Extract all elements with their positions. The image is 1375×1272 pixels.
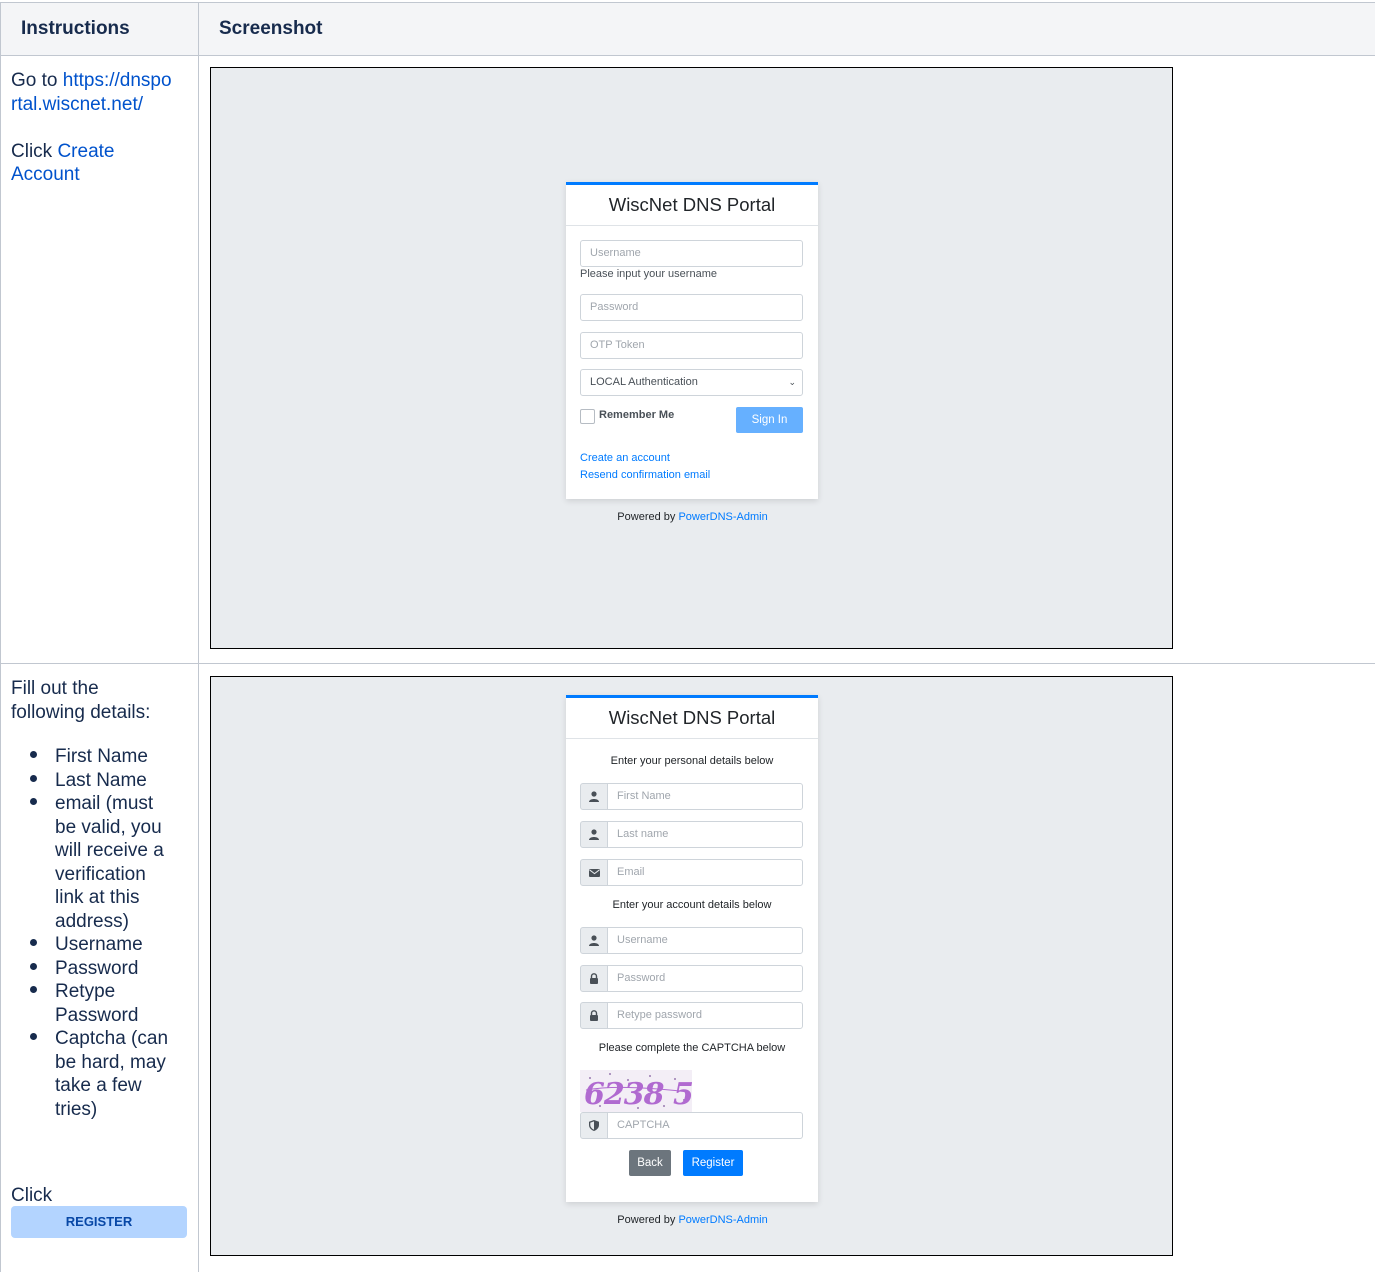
captcha-text: 6238 53 [584,1077,692,1112]
list-item: First Name [30,745,187,769]
powered-by-footer: Powered by PowerDNS-Admin [211,511,1174,523]
username-group: Username [580,927,803,954]
register-card-title: WiscNet DNS Portal [566,698,818,739]
back-button[interactable]: Back [629,1150,671,1176]
user-icon [580,821,608,848]
powered-by-footer: Powered by PowerDNS-Admin [211,1214,1174,1226]
instruction-table: Instructions Screenshot Go to https://dn… [0,0,1375,1272]
first-name-group: First Name [580,783,803,810]
captcha-image: 6238 53 [580,1070,714,1112]
first-name-input[interactable]: First Name [607,783,803,810]
list-item: Captcha (can be hard, may take a few tri… [30,1027,187,1121]
powerdns-admin-link[interactable]: PowerDNS-Admin [678,1214,767,1226]
username-help-text: Please input your username [580,268,717,280]
lock-icon [580,1002,608,1029]
user-icon [580,927,608,954]
list-item: Password [30,957,187,981]
list-item: email (must be valid, you will receive a… [30,792,187,933]
list-item-text: address) [55,910,129,932]
list-item-text: be valid, you [55,816,162,838]
powered-by-text: Powered by [617,1214,679,1226]
dnsportal-link-line1: https://dnspo [62,70,172,91]
intro-line1: Fill out the [11,678,99,699]
field-list: First Name Last Name email (must be vali… [11,745,187,1121]
captcha-group: CAPTCHA [580,1112,803,1139]
create-account-card-link[interactable]: Create an account [580,452,670,464]
list-item-text: Last Name [55,769,147,791]
personal-details-note: Enter your personal details below [610,755,774,767]
list-item-text: be hard, may [55,1051,166,1073]
list-item-text: will receive a [55,840,164,861]
register-status-chip: REGISTER [11,1206,187,1238]
row-divider [0,663,1375,664]
step2-intro: Fill out the following details: [11,677,187,724]
auth-method-select[interactable]: LOCAL Authentication ⌄ [580,369,803,396]
sign-in-button[interactable]: Sign In [736,407,803,433]
powered-by-text: Powered by [617,511,679,523]
register-password-input[interactable]: Password [607,965,803,992]
list-item-text: Username [55,934,143,955]
list-item-text: Password [55,957,139,979]
login-card: WiscNet DNS Portal Username Please input… [566,182,818,499]
create-account-line1: Create [57,140,115,162]
table-left-border [0,2,1,1272]
account-details-note: Enter your account details below [612,899,772,911]
list-item-text: link at this [55,887,140,908]
email-group: Email [580,859,803,886]
list-item-text: verification [55,863,146,885]
list-item-text: First Name [55,746,148,767]
register-username-input[interactable]: Username [607,927,803,954]
dnsportal-link-line2: rtal.wiscnet.net/ [11,93,143,115]
powerdns-admin-link[interactable]: PowerDNS-Admin [678,511,767,523]
resend-confirmation-link[interactable]: Resend confirmation email [580,469,710,481]
lock-icon [580,965,608,992]
password-input[interactable]: Password [580,294,803,321]
register-card: WiscNet DNS Portal Enter your personal d… [566,695,818,1202]
list-item: Retype Password [30,980,187,1027]
user-icon [580,783,608,810]
remember-me-label: Remember Me [599,409,675,421]
auth-method-value: LOCAL Authentication [590,376,698,388]
list-item-text: tries) [55,1098,98,1120]
header-instructions: Instructions [21,18,130,39]
step2-click-text: Click [11,1185,53,1206]
retype-password-group: Retype password [580,1002,803,1029]
list-item-text: take a few [55,1075,142,1096]
captcha-note: Please complete the CAPTCHA below [598,1042,786,1054]
list-item: Last Name [30,769,187,793]
list-item-text: Password [55,1004,139,1026]
chevron-down-icon: ⌄ [788,377,796,387]
username-input[interactable]: Username [580,240,803,267]
list-item: Username [30,933,187,957]
register-screenshot: WiscNet DNS Portal Enter your personal d… [210,676,1173,1256]
column-divider [198,2,199,1272]
step1-instructions: Go to https://dnspo rtal.wiscnet.net/ Cli… [11,69,187,187]
create-account-line2: Account [11,164,80,185]
retype-password-input[interactable]: Retype password [607,1002,803,1029]
intro-line2: following details: [11,701,151,723]
header-screenshot: Screenshot [219,18,323,39]
list-item-text: email (must [55,793,154,814]
remember-me-checkbox[interactable] [580,409,595,424]
email-input[interactable]: Email [607,859,803,886]
otp-token-input[interactable]: OTP Token [580,332,803,359]
list-item-text: Captcha (can [55,1028,169,1049]
captcha-input[interactable]: CAPTCHA [607,1112,803,1139]
table-header-row: Instructions Screenshot [0,2,1375,56]
envelope-icon [580,859,608,886]
last-name-group: Last name [580,821,803,848]
last-name-input[interactable]: Last name [607,821,803,848]
list-item-text: Retype [55,981,116,1002]
login-screenshot: WiscNet DNS Portal Username Please input… [210,67,1173,649]
step2-instructions: Fill out the following details: First Na… [11,677,187,1121]
login-card-title: WiscNet DNS Portal [566,185,818,226]
password-group: Password [580,965,803,992]
click-text: Click [11,140,58,162]
register-button[interactable]: Register [683,1150,743,1176]
shield-icon [580,1112,608,1139]
go-to-text: Go to [11,70,63,91]
